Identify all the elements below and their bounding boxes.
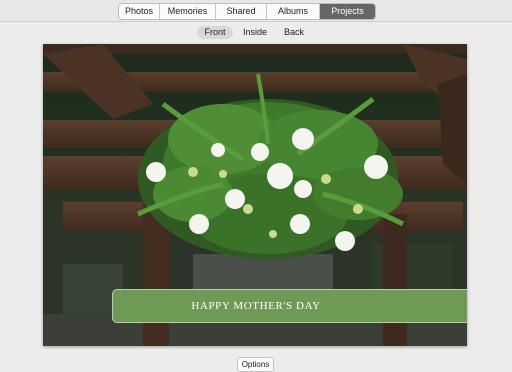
top-toolbar: Photos Memories Shared Albums Projects — [0, 0, 512, 22]
view-back-button[interactable]: Back — [278, 26, 310, 39]
main-tab-segmented-control: Photos Memories Shared Albums Projects — [118, 3, 376, 20]
view-inside-button[interactable]: Inside — [238, 26, 272, 39]
greeting-banner[interactable]: HAPPY MOTHER'S DAY — [112, 289, 467, 323]
tab-memories[interactable]: Memories — [160, 4, 216, 19]
tab-projects[interactable]: Projects — [320, 4, 375, 19]
tab-shared[interactable]: Shared — [216, 4, 267, 19]
greeting-text[interactable]: HAPPY MOTHER'S DAY — [191, 300, 392, 312]
view-front-button[interactable]: Front — [197, 26, 233, 39]
tab-albums[interactable]: Albums — [267, 4, 320, 19]
tab-photos[interactable]: Photos — [119, 4, 160, 19]
card-view-switcher: Front Inside Back — [0, 22, 512, 42]
card-front-preview[interactable]: HAPPY MOTHER'S DAY — [43, 44, 467, 346]
options-button[interactable]: Options — [237, 357, 274, 372]
